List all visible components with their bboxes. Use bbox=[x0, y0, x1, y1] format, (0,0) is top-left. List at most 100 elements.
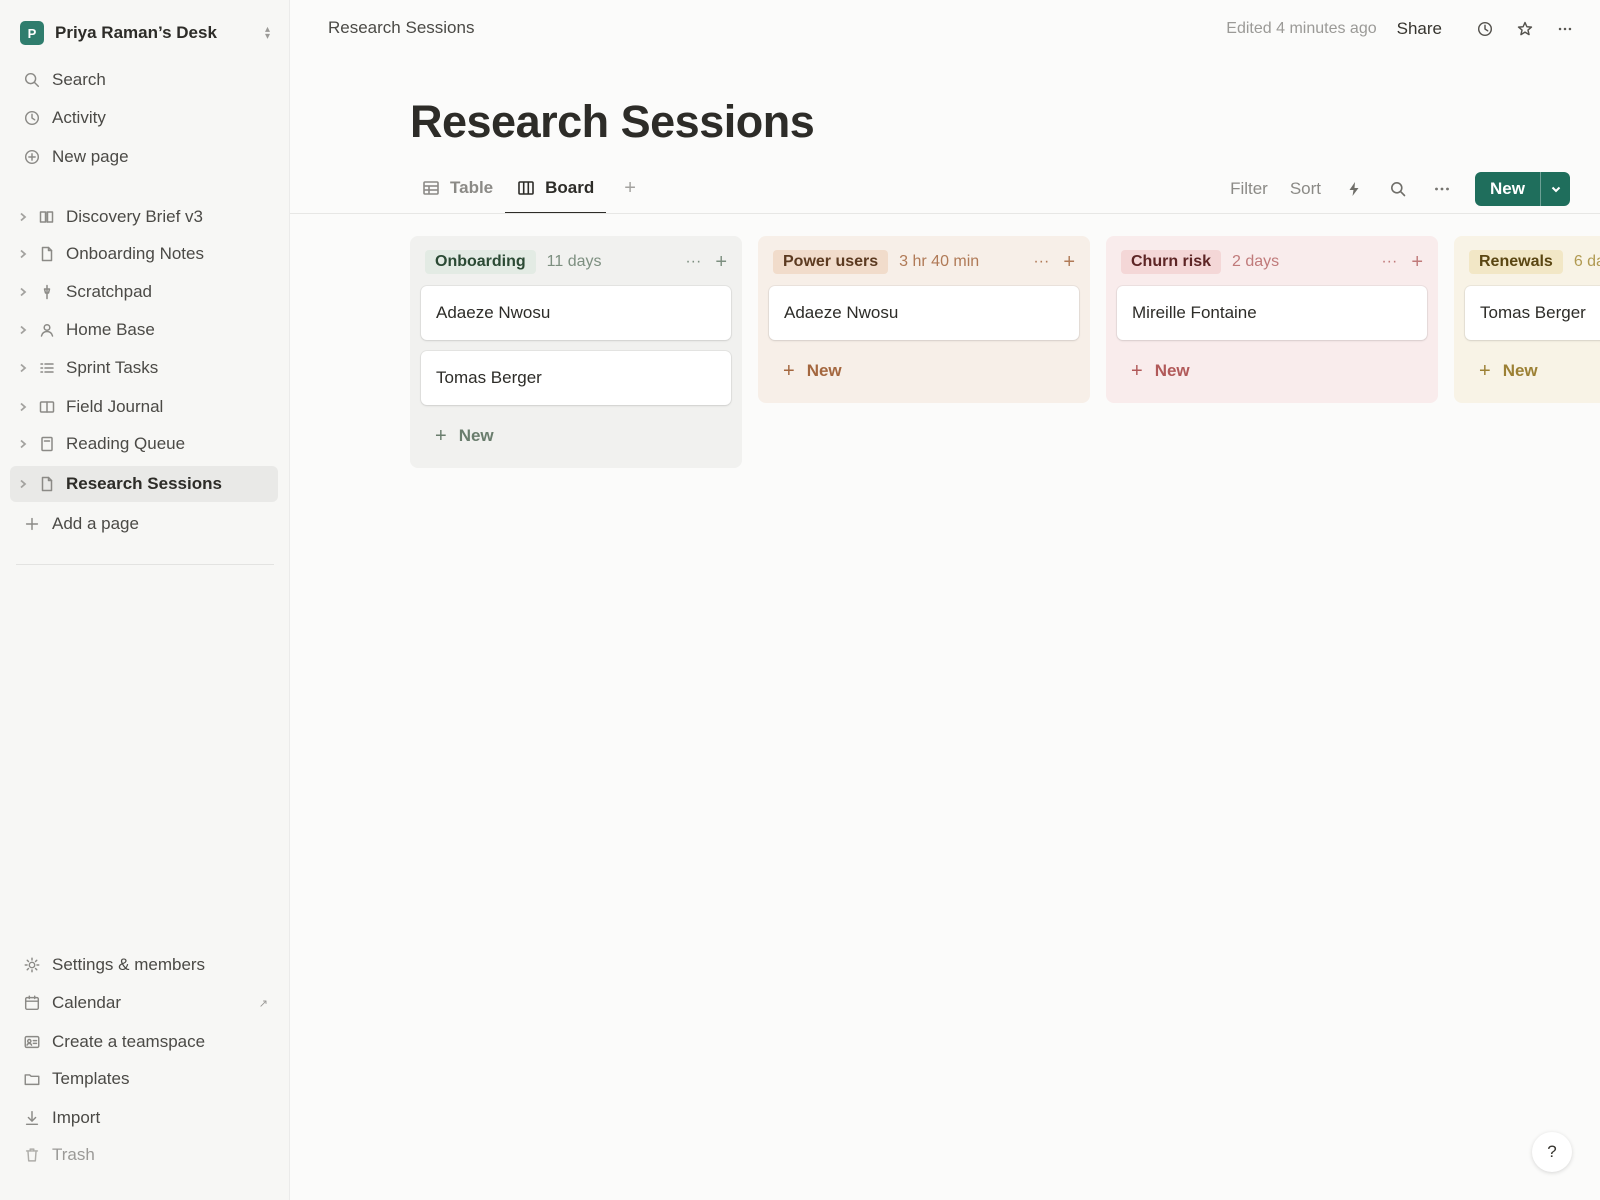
page-icon bbox=[38, 475, 56, 493]
sidebar-new-page-label: New page bbox=[52, 147, 129, 166]
columns-icon bbox=[38, 398, 56, 416]
sort-button[interactable]: Sort bbox=[1290, 179, 1321, 199]
sidebar-templates[interactable]: Templates bbox=[12, 1062, 278, 1096]
page-title[interactable]: Research Sessions bbox=[410, 96, 815, 148]
sidebar-page-onboarding-notes[interactable]: Onboarding Notes bbox=[10, 236, 278, 272]
column-header: Onboarding 11 days ··· + bbox=[421, 248, 731, 276]
column-add-icon[interactable]: + bbox=[1411, 251, 1423, 274]
group-label[interactable]: Power users bbox=[773, 250, 889, 274]
topbar-actions: Edited 4 minutes ago Share bbox=[1226, 14, 1580, 44]
column-header: Churn risk 2 days ··· + bbox=[1117, 248, 1427, 276]
chevron-right-icon[interactable] bbox=[16, 212, 30, 222]
more-icon[interactable] bbox=[1550, 14, 1580, 44]
tab-board[interactable]: Board bbox=[505, 172, 607, 214]
column-new-button[interactable]: + New bbox=[1117, 351, 1427, 391]
filter-button[interactable]: Filter bbox=[1230, 179, 1268, 199]
board-column: Churn risk 2 days ··· + Mireille Fontaine + Ne… bbox=[1106, 236, 1438, 403]
sidebar-page-home-base[interactable]: Home Base bbox=[10, 312, 278, 348]
plus-icon: + bbox=[435, 424, 447, 447]
column-new-button[interactable]: + New bbox=[421, 416, 731, 456]
sidebar-page-scratchpad[interactable]: Scratchpad bbox=[10, 274, 278, 310]
calendar-icon bbox=[22, 993, 42, 1013]
share-button[interactable]: Share bbox=[1397, 19, 1442, 39]
chevron-right-icon[interactable] bbox=[16, 325, 30, 335]
sidebar-page-label: Discovery Brief v3 bbox=[66, 207, 203, 226]
add-page-button[interactable]: Add a page bbox=[12, 507, 278, 541]
list-icon bbox=[38, 359, 56, 377]
column-more-icon[interactable]: ··· bbox=[1381, 253, 1397, 271]
add-view-icon[interactable]: + bbox=[606, 172, 646, 198]
page-icon bbox=[38, 245, 56, 263]
sidebar-page-label: Onboarding Notes bbox=[66, 244, 204, 263]
tab-table-label: Table bbox=[450, 178, 494, 197]
help-button[interactable]: ? bbox=[1532, 1132, 1572, 1172]
board-column: Onboarding 11 days ··· + Adaeze Nwosu Tomas B… bbox=[410, 236, 742, 468]
trash-icon bbox=[22, 1145, 42, 1165]
workspace-switcher[interactable]: P Priya Raman’s Desk ▴ ▾ bbox=[12, 16, 278, 50]
pin-icon bbox=[38, 283, 56, 301]
chevron-right-icon[interactable] bbox=[16, 287, 30, 297]
chevron-right-icon[interactable] bbox=[16, 402, 30, 412]
id-card-icon bbox=[22, 1032, 42, 1052]
column-actions: ··· + bbox=[1033, 251, 1079, 274]
sidebar-page-sprint-tasks[interactable]: Sprint Tasks bbox=[10, 350, 278, 386]
view-actions: Filter Sort New bbox=[1208, 172, 1570, 206]
search-icon[interactable] bbox=[1387, 178, 1409, 200]
column-add-icon[interactable]: + bbox=[1063, 251, 1075, 274]
sidebar-new-page[interactable]: New page bbox=[12, 140, 278, 174]
group-duration: 3 hr 40 min bbox=[899, 253, 980, 270]
sidebar-activity[interactable]: Activity bbox=[12, 101, 278, 135]
person-icon bbox=[38, 321, 56, 339]
star-icon[interactable] bbox=[1510, 14, 1540, 44]
sidebar-page-label: Home Base bbox=[66, 320, 155, 339]
sidebar-page-label: Sprint Tasks bbox=[66, 358, 159, 377]
column-new-button[interactable]: + New bbox=[769, 351, 1079, 391]
new-record-button[interactable]: New bbox=[1475, 172, 1540, 206]
chevron-updown-icon: ▴ ▾ bbox=[264, 24, 270, 42]
sidebar-calendar[interactable]: Calendar ↗ bbox=[12, 986, 278, 1020]
column-add-icon[interactable]: + bbox=[715, 251, 727, 274]
history-icon[interactable] bbox=[1470, 14, 1500, 44]
edited-timestamp: Edited 4 minutes ago bbox=[1226, 20, 1377, 37]
more-icon[interactable] bbox=[1431, 178, 1453, 200]
board-card[interactable]: Mireille Fontaine bbox=[1117, 286, 1427, 340]
board: Onboarding 11 days ··· + Adaeze Nwosu Tomas B… bbox=[410, 236, 1600, 496]
sidebar-page-research-sessions[interactable]: Research Sessions bbox=[10, 466, 278, 502]
column-new-label: New bbox=[1154, 361, 1190, 380]
column-new-label: New bbox=[806, 361, 842, 380]
chevron-right-icon[interactable] bbox=[16, 363, 30, 373]
sidebar-trash[interactable]: Trash bbox=[12, 1138, 278, 1172]
lightning-icon[interactable] bbox=[1343, 178, 1365, 200]
gear-icon bbox=[22, 955, 42, 975]
sidebar-create-teamspace[interactable]: Create a teamspace bbox=[12, 1025, 278, 1059]
chevron-right-icon[interactable] bbox=[16, 479, 30, 489]
sidebar-page-discovery-brief[interactable]: Discovery Brief v3 bbox=[10, 199, 278, 235]
new-record-button-group: New bbox=[1475, 172, 1570, 206]
add-page-label: Add a page bbox=[52, 514, 139, 533]
chevron-right-icon[interactable] bbox=[16, 249, 30, 259]
board-card[interactable]: Adaeze Nwosu bbox=[421, 286, 731, 340]
column-actions: ··· + bbox=[1381, 251, 1427, 274]
tab-table[interactable]: Table bbox=[410, 172, 505, 214]
book-icon bbox=[38, 208, 56, 226]
group-label[interactable]: Renewals bbox=[1469, 250, 1563, 274]
sidebar-search[interactable]: Search bbox=[12, 63, 278, 97]
breadcrumb[interactable]: Research Sessions bbox=[328, 18, 474, 38]
column-more-icon[interactable]: ··· bbox=[1033, 253, 1049, 271]
sidebar-settings[interactable]: Settings & members bbox=[12, 948, 278, 982]
column-new-button[interactable]: + New bbox=[1465, 351, 1600, 391]
plus-icon: + bbox=[1479, 359, 1491, 382]
board-card[interactable]: Tomas Berger bbox=[1465, 286, 1600, 340]
sidebar-import[interactable]: Import bbox=[12, 1101, 278, 1135]
board-card[interactable]: Tomas Berger bbox=[421, 351, 731, 405]
sidebar-page-field-journal[interactable]: Field Journal bbox=[10, 389, 278, 425]
chevron-right-icon[interactable] bbox=[16, 439, 30, 449]
group-label[interactable]: Onboarding bbox=[425, 250, 536, 274]
column-more-icon[interactable]: ··· bbox=[685, 253, 701, 271]
board-card[interactable]: Adaeze Nwosu bbox=[769, 286, 1079, 340]
chevron-down-icon[interactable] bbox=[1540, 172, 1570, 206]
sidebar-page-label: Research Sessions bbox=[66, 474, 222, 493]
group-label[interactable]: Churn risk bbox=[1121, 250, 1222, 274]
doc-icon bbox=[38, 435, 56, 453]
sidebar-page-reading-queue[interactable]: Reading Queue bbox=[10, 426, 278, 462]
